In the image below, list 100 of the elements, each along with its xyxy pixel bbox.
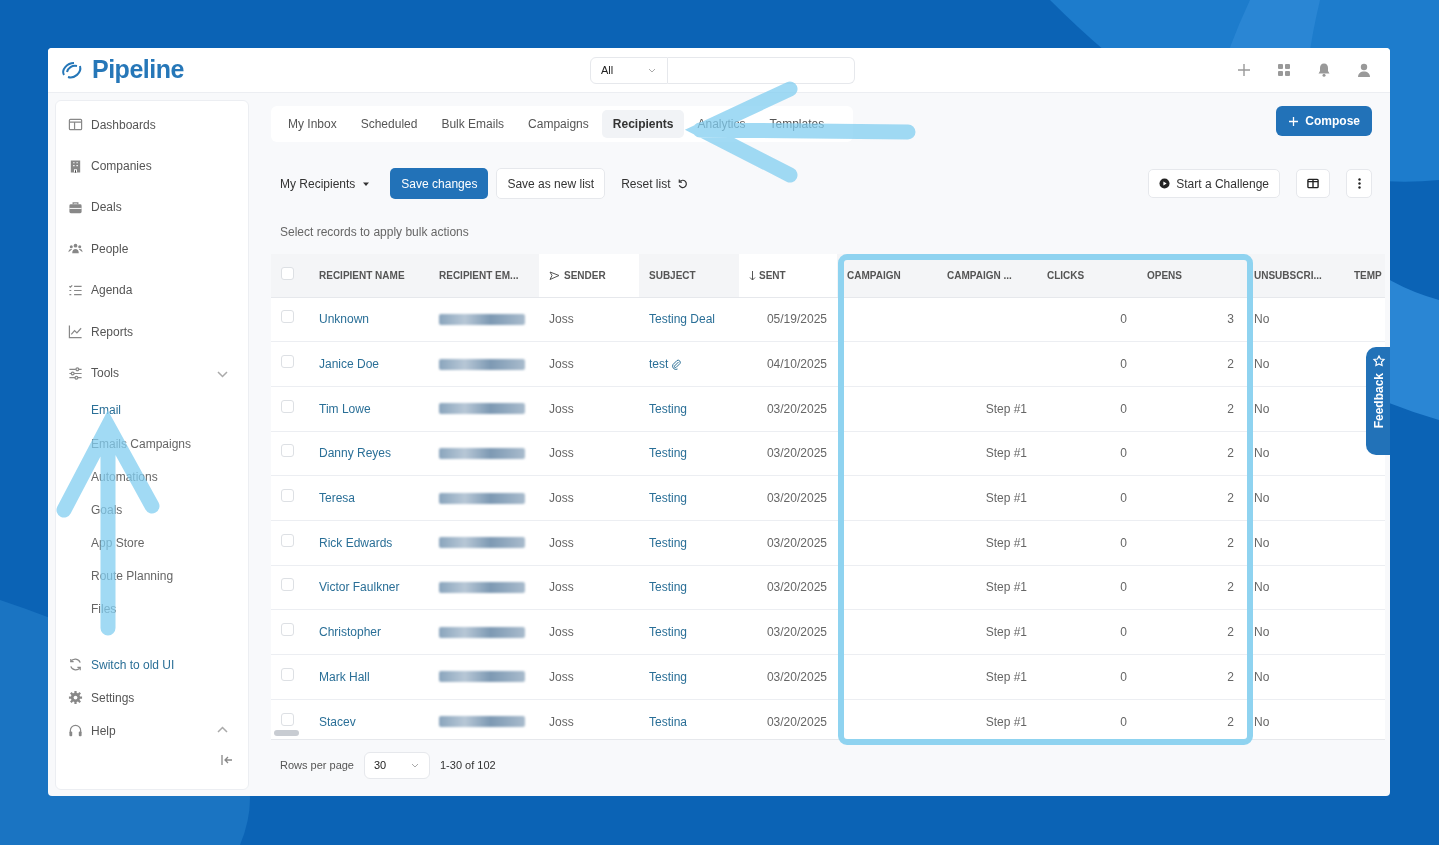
- tab[interactable]: My Inbox: [277, 110, 348, 138]
- column-header[interactable]: SUBJECT: [649, 269, 696, 281]
- user-icon[interactable]: [1356, 62, 1372, 78]
- scrollbar-thumb[interactable]: [274, 730, 299, 736]
- sidebar-item[interactable]: People: [91, 239, 129, 258]
- feedback-tab[interactable]: Feedback: [1366, 347, 1390, 455]
- sidebar-item[interactable]: Help: [91, 721, 116, 740]
- challenge-button[interactable]: Start a Challenge: [1148, 169, 1280, 198]
- table-cell: 03/20/2025: [766, 580, 827, 595]
- subject-link[interactable]: Testing: [649, 580, 688, 595]
- building-icon: [68, 158, 83, 174]
- tab[interactable]: Scheduled: [349, 110, 429, 138]
- select-all-checkbox[interactable]: [281, 266, 294, 280]
- table-cell: 0: [1120, 312, 1127, 327]
- recipient-link[interactable]: Stacev: [319, 714, 356, 729]
- table-cell: Step #1: [985, 580, 1027, 595]
- column-header[interactable]: SENDER: [564, 269, 606, 281]
- tab[interactable]: Campaigns: [517, 110, 600, 138]
- table-cell: 0: [1120, 446, 1127, 461]
- subject-link[interactable]: Testing: [649, 401, 688, 416]
- recipient-link[interactable]: Mark Hall: [319, 669, 370, 684]
- grid-icon[interactable]: [1276, 62, 1292, 78]
- subject-link[interactable]: Testing: [649, 625, 688, 640]
- column-header[interactable]: RECIPIENT NAME: [319, 269, 405, 281]
- table-cell: No: [1254, 669, 1270, 684]
- switch-link[interactable]: Switch to old UI: [91, 655, 175, 674]
- sliders-icon: [68, 365, 83, 381]
- app-logo[interactable]: Pipeline: [92, 51, 184, 89]
- subject-link[interactable]: Testing: [649, 535, 688, 550]
- recipient-link[interactable]: Unknown: [319, 312, 370, 327]
- row-checkbox[interactable]: [281, 310, 294, 324]
- table-cell: 0: [1120, 669, 1127, 684]
- more-button[interactable]: [1346, 169, 1372, 198]
- dashboard-icon: [68, 117, 83, 133]
- search-field[interactable]: [668, 56, 855, 84]
- row-checkbox[interactable]: [281, 667, 294, 681]
- table-cell: 2: [1227, 669, 1234, 684]
- recipient-link[interactable]: Janice Doe: [319, 357, 380, 372]
- recipient-link[interactable]: Teresa: [319, 491, 356, 506]
- column-header[interactable]: CAMPAIGN ...: [947, 269, 1012, 281]
- table-cell: No: [1254, 580, 1270, 595]
- table-cell: 0: [1120, 491, 1127, 506]
- row-checkbox[interactable]: [281, 489, 294, 503]
- column-header[interactable]: UNSUBSCRI...: [1254, 269, 1322, 281]
- column-header[interactable]: SENT: [759, 269, 786, 281]
- reset-button[interactable]: Reset list: [605, 174, 698, 193]
- sort-down-icon[interactable]: [749, 271, 756, 282]
- row-checkbox[interactable]: [281, 355, 294, 369]
- column-header[interactable]: TEMP: [1354, 269, 1382, 281]
- recipient-link[interactable]: Christopher: [319, 625, 382, 640]
- subject-link[interactable]: test: [649, 357, 669, 372]
- table-cell: 0: [1120, 714, 1127, 729]
- sidebar-subitem[interactable]: Email: [66, 393, 238, 427]
- column-header[interactable]: CLICKS: [1047, 269, 1085, 281]
- sidebar-item[interactable]: Settings: [91, 688, 135, 707]
- subject-link[interactable]: Testing: [649, 669, 688, 684]
- sidebar-item[interactable]: Dashboards: [91, 115, 156, 134]
- table-cell: 2: [1227, 491, 1234, 506]
- subject-link[interactable]: Testing: [649, 491, 688, 506]
- row-checkbox[interactable]: [281, 712, 294, 726]
- page-range: 1-30 of 102: [440, 757, 496, 773]
- column-header[interactable]: CAMPAIGN: [847, 269, 901, 281]
- recipient-link[interactable]: Tim Lowe: [319, 401, 371, 416]
- list-dropdown[interactable]: My Recipients: [271, 174, 381, 193]
- compose-button[interactable]: Compose: [1276, 106, 1372, 136]
- subject-link[interactable]: Testing: [649, 446, 688, 461]
- tab[interactable]: Bulk Emails: [430, 110, 516, 138]
- row-checkbox[interactable]: [281, 623, 294, 637]
- sidebar-item[interactable]: Reports: [91, 322, 134, 341]
- tab[interactable]: Recipients: [601, 110, 685, 138]
- row-checkbox[interactable]: [281, 578, 294, 592]
- table-cell: 0: [1120, 401, 1127, 416]
- save-button[interactable]: Save changes: [390, 168, 489, 199]
- column-header[interactable]: OPENS: [1147, 269, 1182, 281]
- collapse-icon[interactable]: [220, 753, 234, 767]
- rows-per-page-select[interactable]: 30: [364, 751, 430, 779]
- sidebar-item[interactable]: Agenda: [91, 281, 133, 300]
- recipient-link[interactable]: Victor Faulkner: [319, 580, 400, 595]
- table-cell: Step #1: [985, 714, 1027, 729]
- columns-button[interactable]: [1296, 169, 1330, 198]
- subject-link[interactable]: Testina: [649, 714, 688, 729]
- row-checkbox[interactable]: [281, 399, 294, 413]
- sidebar-item[interactable]: Deals: [91, 198, 122, 217]
- bell-icon[interactable]: [1316, 62, 1332, 78]
- subject-link[interactable]: Testing Deal: [649, 312, 716, 327]
- table-cell: 2: [1227, 401, 1234, 416]
- table-cell: Joss: [549, 491, 574, 506]
- plus-icon[interactable]: [1236, 62, 1252, 78]
- row-checkbox[interactable]: [281, 444, 294, 458]
- table-cell: Joss: [549, 312, 574, 327]
- table-cell: No: [1254, 312, 1270, 327]
- sidebar-item[interactable]: Tools: [91, 364, 119, 383]
- recipient-link[interactable]: Danny Reyes: [319, 446, 392, 461]
- table-cell: No: [1254, 535, 1270, 550]
- row-checkbox[interactable]: [281, 533, 294, 547]
- table-cell: 04/10/2025: [766, 357, 827, 372]
- table-cell: 2: [1227, 714, 1234, 729]
- sidebar-item[interactable]: Companies: [91, 157, 152, 176]
- save-as-new-button[interactable]: Save as new list: [496, 168, 606, 199]
- recipient-link[interactable]: Rick Edwards: [319, 535, 393, 550]
